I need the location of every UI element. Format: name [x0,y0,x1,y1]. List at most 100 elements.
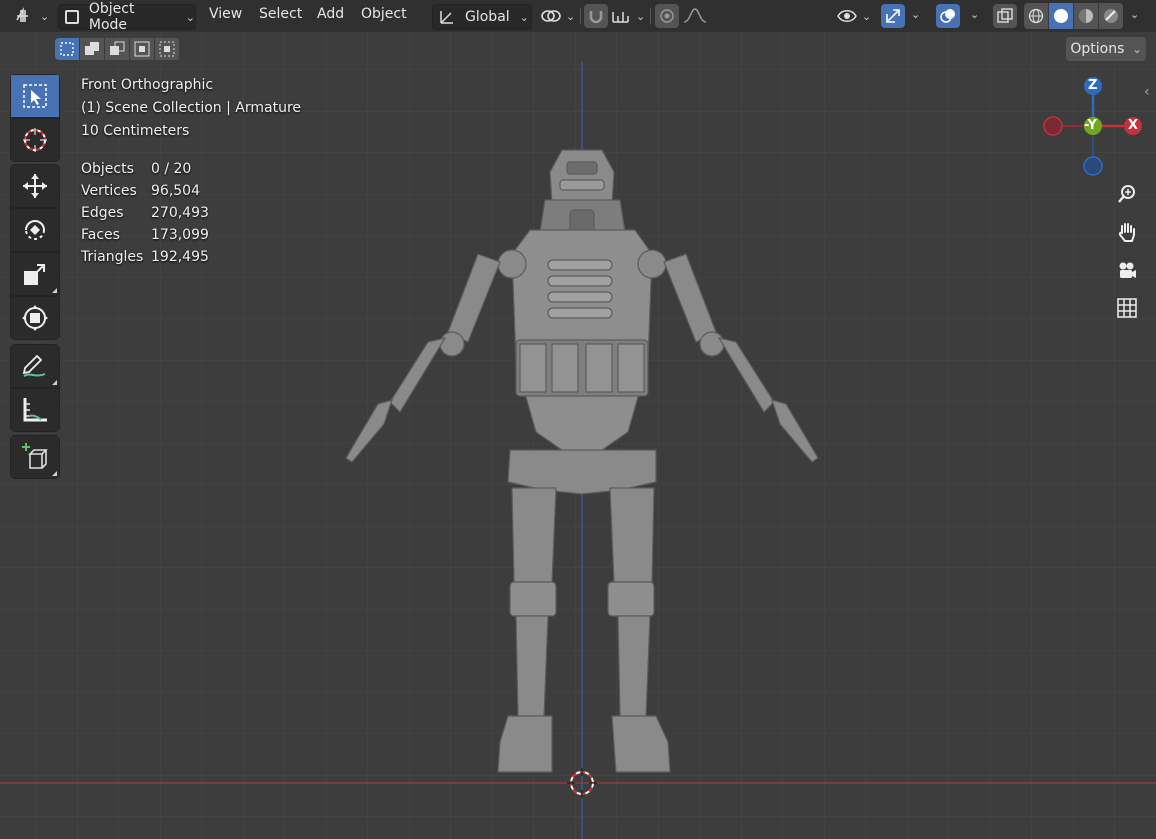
menu-select[interactable]: Select [259,6,302,22]
menu-view[interactable]: View [209,6,242,22]
wireframe-sphere-icon [1028,8,1044,24]
scale-icon [24,264,45,285]
pan-button[interactable] [1111,216,1143,248]
solid-shading-button[interactable] [1049,3,1074,29]
view-name: Front Orthographic [81,77,214,93]
select-extend-button[interactable] [80,38,105,60]
grid-icon [1117,298,1137,318]
xray-icon [997,8,1013,23]
stat-row: Vertices 96,504 [81,180,209,202]
sidebar-toggle-arrow[interactable]: ‹ [1144,84,1150,100]
menu-add[interactable]: Add [317,6,344,22]
chevron-down-icon: ⌄ [1132,42,1142,56]
options-dropdown[interactable]: Options ⌄ [1066,37,1146,61]
gizmo-y-label: -Y [1084,118,1097,133]
move-arrows-icon [23,174,47,198]
snap-target-button[interactable]: ⌄ [610,4,645,28]
transform-tool[interactable] [10,296,60,340]
rendered-shading-button[interactable] [1099,3,1123,29]
scale-tool[interactable] [10,252,60,296]
material-sphere-icon [1079,9,1093,23]
select-new-icon [60,42,74,56]
rotate-icon [25,220,45,240]
orientation-label: Global [465,9,510,25]
gizmo-toggle[interactable] [881,4,905,28]
gizmo-z-label: Z [1088,78,1098,93]
select-intersect-icon [159,41,175,57]
chevron-down-icon: ⌄ [566,9,576,23]
chevron-down-icon: ⌄ [40,9,50,23]
chevron-down-icon: ⌄ [862,9,872,23]
zoom-button[interactable] [1111,178,1143,210]
scene-statistics: Objects 0 / 20 Vertices 96,504 Edges 270,49… [81,158,209,268]
stat-label: Edges [81,205,124,221]
transform-tool-group [10,164,60,340]
select-subtract-button[interactable] [105,38,130,60]
stat-value: 173,099 [151,227,209,243]
overlays-toggle[interactable] [936,4,960,28]
wireframe-shading-button[interactable] [1024,3,1049,29]
gizmo-x-label: X [1128,118,1139,133]
annotate-tool[interactable] [10,344,60,388]
cursor-tool[interactable] [10,118,60,162]
move-tool[interactable] [10,164,60,208]
eye-icon [837,10,857,22]
transform-icon [22,305,48,331]
editor-type-icon [16,7,28,22]
viewport-header: ⌄ Object Mode ⌄ View Select Add Object G… [0,0,1156,33]
proportional-editing-toggle[interactable] [655,4,679,28]
select-invert-icon [134,41,150,57]
select-box-tool[interactable] [10,74,60,118]
chevron-down-icon[interactable]: ⌄ [1130,8,1139,21]
transform-orientation-selector[interactable]: Global ⌄ [432,4,532,30]
select-tool-group [10,74,60,162]
pivot-point-button[interactable]: ⌄ [540,4,575,28]
mode-label: Object Mode [88,1,135,33]
options-label: Options [1070,41,1125,57]
stat-value: 270,493 [151,205,209,221]
rendered-sphere-icon [1104,9,1118,23]
select-invert-button[interactable] [130,38,155,60]
chevron-down-icon: ⌄ [636,9,646,23]
menu-object[interactable]: Object [361,6,407,22]
select-intersect-button[interactable] [155,38,180,60]
3d-viewport[interactable]: Front Orthographic (1) Scene Collection … [0,32,1156,839]
orientation-axes-icon [440,11,453,24]
rotate-tool[interactable] [10,208,60,252]
hand-icon [1118,223,1135,242]
visibility-button[interactable]: ⌄ [836,4,871,28]
neg-z-axis-handle [1083,156,1103,176]
select-new-button[interactable] [55,38,80,60]
falloff-curve-icon [683,8,707,23]
falloff-button[interactable] [682,4,708,28]
object-mode-icon [65,10,79,24]
collection-info: (1) Scene Collection | Armature [81,100,302,116]
pencil-icon [22,354,46,377]
stat-row: Triangles 192,495 [81,246,209,268]
add-tool-group [10,435,60,479]
camera-view-button[interactable] [1111,254,1143,286]
overlays-icon [940,9,955,23]
editor-type-button[interactable]: ⌄ [14,4,49,28]
chevron-down-icon: ⌄ [185,10,195,24]
xray-toggle[interactable] [993,4,1017,28]
add-cube-tool[interactable] [10,435,60,479]
proportional-icon [660,9,674,23]
measure-tool[interactable] [10,388,60,432]
3d-cursor[interactable] [566,767,598,799]
snap-toggle[interactable] [584,4,608,28]
armature-model[interactable] [0,32,1156,839]
stat-row: Edges 270,493 [81,202,209,224]
material-shading-button[interactable] [1074,3,1099,29]
chevron-down-icon[interactable]: ⌄ [911,8,920,21]
mode-selector[interactable]: Object Mode ⌄ [58,1,196,33]
annotate-tool-group [10,344,60,432]
stat-label: Triangles [81,249,144,265]
chevron-down-icon[interactable]: ⌄ [970,8,979,21]
stat-value: 0 / 20 [151,161,192,177]
select-subtract-icon [110,41,125,55]
stat-label: Faces [81,227,120,243]
neg-x-axis-handle [1043,116,1063,136]
gizmo-arrow-icon [886,9,900,23]
perspective-toggle-button[interactable] [1111,292,1143,324]
